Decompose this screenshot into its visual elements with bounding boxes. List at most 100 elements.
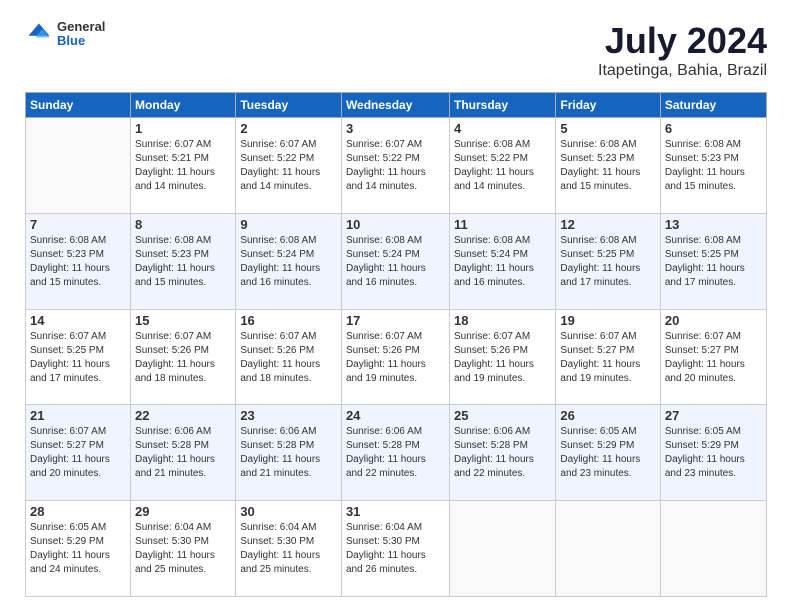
sunset-text: Sunset: 5:25 PM [560, 248, 655, 262]
sunrise-text: Sunrise: 6:07 AM [135, 330, 231, 344]
calendar-cell: 13 Sunrise: 6:08 AMSunset: 5:25 PMDayligh… [660, 213, 766, 309]
calendar-cell: 19Sunrise: 6:07 AMSunset: 5:27 PMDayligh… [556, 309, 660, 405]
day-info: Sunrise: 6:08 AMSunset: 5:24 PMDaylight:… [346, 234, 445, 290]
calendar-cell: 16Sunrise: 6:07 AMSunset: 5:26 PMDayligh… [236, 309, 342, 405]
day-number: 15 [135, 313, 231, 328]
day-info: Sunrise: 6:07 AMSunset: 5:26 PMDaylight:… [346, 330, 445, 386]
day-info: Sunrise: 6:08 AMSunset: 5:23 PMDaylight:… [30, 234, 126, 290]
sunset-text: Sunset: 5:30 PM [135, 535, 231, 549]
daylight-text: Daylight: 11 hours and 15 minutes. [135, 262, 231, 290]
day-number: 19 [560, 313, 655, 328]
day-info: Sunrise: 6:08 AMSunset: 5:25 PMDaylight:… [665, 234, 762, 290]
calendar-cell: 31Sunrise: 6:04 AMSunset: 5:30 PMDayligh… [341, 501, 449, 597]
sunset-text: Sunset: 5:23 PM [30, 248, 126, 262]
day-number: 23 [240, 408, 337, 423]
day-info: Sunrise: 6:07 AMSunset: 5:22 PMDaylight:… [240, 138, 337, 194]
day-info: Sunrise: 6:07 AMSunset: 5:22 PMDaylight:… [346, 138, 445, 194]
daylight-text: Daylight: 11 hours and 19 minutes. [454, 358, 551, 386]
day-info: Sunrise: 6:05 AMSunset: 5:29 PMDaylight:… [665, 425, 762, 481]
day-number: 29 [135, 504, 231, 519]
calendar-cell: 22Sunrise: 6:06 AMSunset: 5:28 PMDayligh… [131, 405, 236, 501]
day-number: 18 [454, 313, 551, 328]
daylight-text: Daylight: 11 hours and 26 minutes. [346, 549, 445, 577]
day-info: Sunrise: 6:08 AMSunset: 5:24 PMDaylight:… [454, 234, 551, 290]
daylight-text: Daylight: 11 hours and 21 minutes. [240, 453, 337, 481]
sunset-text: Sunset: 5:26 PM [346, 344, 445, 358]
daylight-text: Daylight: 11 hours and 16 minutes. [240, 262, 337, 290]
calendar-cell [26, 118, 131, 214]
sunset-text: Sunset: 5:24 PM [346, 248, 445, 262]
day-info: Sunrise: 6:04 AMSunset: 5:30 PMDaylight:… [240, 521, 337, 577]
daylight-text: Daylight: 11 hours and 22 minutes. [454, 453, 551, 481]
sunset-text: Sunset: 5:27 PM [30, 439, 126, 453]
sunrise-text: Sunrise: 6:06 AM [454, 425, 551, 439]
daylight-text: Daylight: 11 hours and 24 minutes. [30, 549, 126, 577]
sunrise-text: Sunrise: 6:05 AM [665, 425, 762, 439]
sunrise-text: Sunrise: 6:08 AM [240, 234, 337, 248]
day-info: Sunrise: 6:07 AMSunset: 5:25 PMDaylight:… [30, 330, 126, 386]
calendar-week: 14Sunrise: 6:07 AMSunset: 5:25 PMDayligh… [26, 309, 767, 405]
day-number: 12 [560, 217, 655, 232]
day-number: 13 [665, 217, 762, 232]
sunset-text: Sunset: 5:27 PM [560, 344, 655, 358]
sunset-text: Sunset: 5:29 PM [665, 439, 762, 453]
day-info: Sunrise: 6:07 AMSunset: 5:21 PMDaylight:… [135, 138, 231, 194]
calendar-cell [556, 501, 660, 597]
day-info: Sunrise: 6:06 AMSunset: 5:28 PMDaylight:… [454, 425, 551, 481]
sunrise-text: Sunrise: 6:08 AM [665, 234, 762, 248]
calendar-cell: 21Sunrise: 6:07 AMSunset: 5:27 PMDayligh… [26, 405, 131, 501]
sunrise-text: Sunrise: 6:04 AM [240, 521, 337, 535]
weekday-row: SundayMondayTuesdayWednesdayThursdayFrid… [26, 93, 767, 118]
day-number: 8 [135, 217, 231, 232]
calendar-cell: 25 Sunrise: 6:06 AMSunset: 5:28 PMDayligh… [450, 405, 556, 501]
day-info: Sunrise: 6:05 AMSunset: 5:29 PMDaylight:… [560, 425, 655, 481]
sunrise-text: Sunrise: 6:06 AM [240, 425, 337, 439]
sunset-text: Sunset: 5:22 PM [346, 152, 445, 166]
sunrise-text: Sunrise: 6:07 AM [346, 330, 445, 344]
calendar-cell: 9 Sunrise: 6:08 AMSunset: 5:24 PMDaylight… [236, 213, 342, 309]
logo-general: General [57, 20, 105, 34]
calendar-week: 21Sunrise: 6:07 AMSunset: 5:27 PMDayligh… [26, 405, 767, 501]
day-number: 1 [135, 121, 231, 136]
daylight-text: Daylight: 11 hours and 17 minutes. [560, 262, 655, 290]
page-subtitle: Itapetinga, Bahia, Brazil [598, 62, 767, 80]
day-info: Sunrise: 6:05 AMSunset: 5:29 PMDaylight:… [30, 521, 126, 577]
day-number: 31 [346, 504, 445, 519]
sunset-text: Sunset: 5:24 PM [240, 248, 337, 262]
page-title: July 2024 [598, 20, 767, 62]
sunrise-text: Sunrise: 6:08 AM [560, 138, 655, 152]
day-number: 25 [454, 408, 551, 423]
daylight-text: Daylight: 11 hours and 23 minutes. [560, 453, 655, 481]
page: General Blue July 2024 Itapetinga, Bahia… [0, 0, 792, 612]
daylight-text: Daylight: 11 hours and 16 minutes. [346, 262, 445, 290]
calendar-cell: 28 Sunrise: 6:05 AMSunset: 5:29 PMDayligh… [26, 501, 131, 597]
daylight-text: Daylight: 11 hours and 14 minutes. [454, 166, 551, 194]
calendar-cell: 2Sunrise: 6:07 AMSunset: 5:22 PMDaylight… [236, 118, 342, 214]
day-number: 5 [560, 121, 655, 136]
daylight-text: Daylight: 11 hours and 14 minutes. [240, 166, 337, 194]
sunrise-text: Sunrise: 6:07 AM [240, 330, 337, 344]
day-number: 11 [454, 217, 551, 232]
sunset-text: Sunset: 5:23 PM [560, 152, 655, 166]
logo-icon [25, 20, 53, 48]
sunset-text: Sunset: 5:28 PM [135, 439, 231, 453]
title-block: July 2024 Itapetinga, Bahia, Brazil [598, 20, 767, 80]
daylight-text: Daylight: 11 hours and 14 minutes. [135, 166, 231, 194]
calendar-cell: 11 Sunrise: 6:08 AMSunset: 5:24 PMDayligh… [450, 213, 556, 309]
calendar-table: SundayMondayTuesdayWednesdayThursdayFrid… [25, 92, 767, 597]
sunset-text: Sunset: 5:29 PM [560, 439, 655, 453]
daylight-text: Daylight: 11 hours and 20 minutes. [30, 453, 126, 481]
weekday-header: Monday [131, 93, 236, 118]
day-number: 9 [240, 217, 337, 232]
sunset-text: Sunset: 5:22 PM [240, 152, 337, 166]
sunset-text: Sunset: 5:26 PM [454, 344, 551, 358]
daylight-text: Daylight: 11 hours and 17 minutes. [665, 262, 762, 290]
day-number: 21 [30, 408, 126, 423]
day-number: 28 [30, 504, 126, 519]
day-number: 17 [346, 313, 445, 328]
sunset-text: Sunset: 5:28 PM [240, 439, 337, 453]
calendar-cell: 23 Sunrise: 6:06 AMSunset: 5:28 PMDayligh… [236, 405, 342, 501]
daylight-text: Daylight: 11 hours and 16 minutes. [454, 262, 551, 290]
weekday-header: Wednesday [341, 93, 449, 118]
sunset-text: Sunset: 5:22 PM [454, 152, 551, 166]
